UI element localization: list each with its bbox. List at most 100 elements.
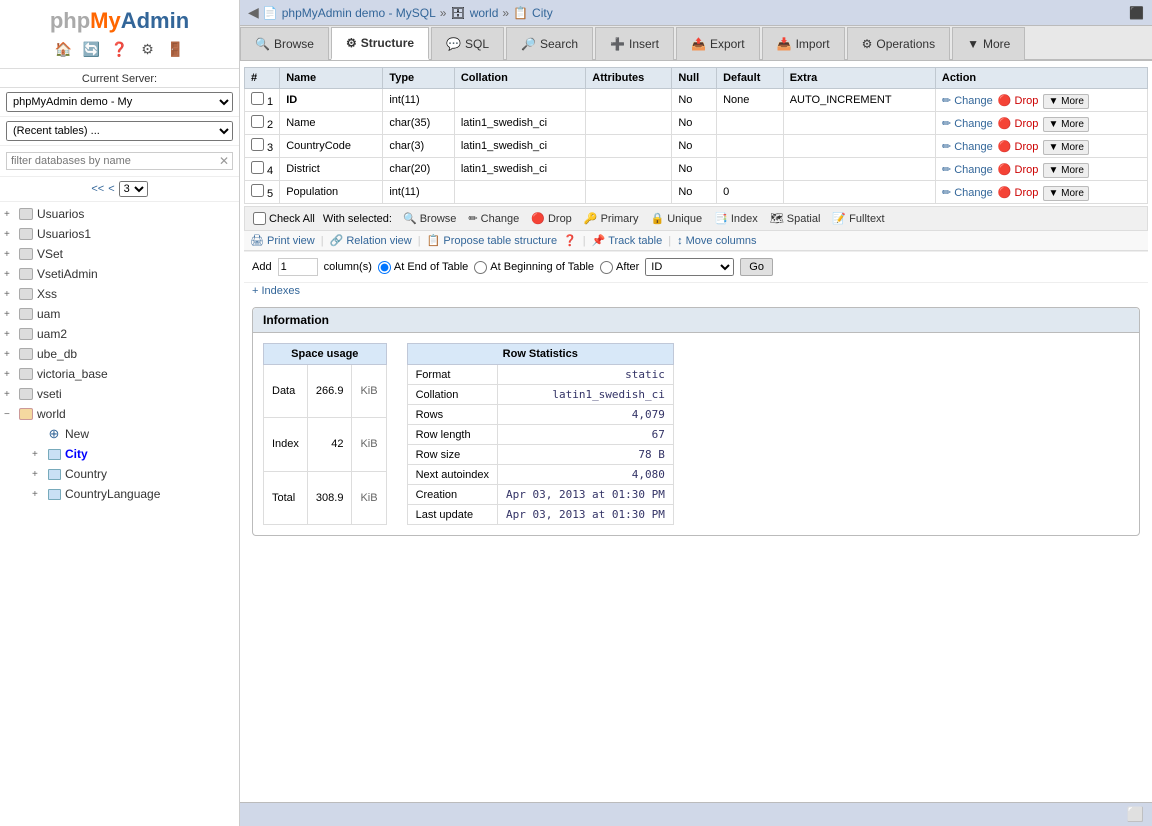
tab-import[interactable]: 📥 Import (762, 27, 845, 60)
at-beginning-radio[interactable] (474, 261, 487, 274)
drop-btn[interactable]: 🔴 Drop (998, 94, 1039, 107)
tab-sql[interactable]: 💬 SQL (431, 27, 504, 60)
more-dropdown[interactable]: ▼ More (1043, 163, 1088, 178)
relation-view-link[interactable]: 🔗 Relation view (330, 234, 412, 247)
tab-browse[interactable]: 🔍 Browse (240, 27, 329, 60)
sidebar-item-label: Usuarios1 (37, 227, 91, 241)
settings-icon[interactable]: ⚙ (137, 38, 159, 60)
sidebar: phpMyAdmin 🏠 🔄 ❓ ⚙ 🚪 Current Server: php… (0, 0, 240, 826)
change-btn[interactable]: ✏ Change (942, 163, 993, 176)
sidebar-item-world[interactable]: − world (0, 404, 239, 424)
drop-btn[interactable]: 🔴 Drop (998, 163, 1039, 176)
breadcrumb-db[interactable]: world (470, 6, 499, 20)
more-dropdown[interactable]: ▼ More (1043, 140, 1088, 155)
server-select[interactable]: phpMyAdmin demo - My (6, 92, 233, 112)
page-select[interactable]: 12345 (119, 181, 148, 197)
sidebar-item-uam2[interactable]: + uam2 (0, 324, 239, 344)
ws-fulltext-btn[interactable]: 📝 Fulltext (829, 211, 887, 226)
row-checkbox[interactable] (251, 115, 264, 128)
row-checkbox[interactable] (251, 92, 264, 105)
row-checkbox[interactable] (251, 184, 264, 197)
ws-drop-btn[interactable]: 🔴 Drop (528, 211, 575, 226)
change-btn[interactable]: ✏ Change (942, 140, 993, 153)
after-field-select[interactable]: IDNameCountryCodeDistrictPopulation (645, 258, 734, 276)
col-collation: latin1_swedish_ci (454, 112, 585, 135)
sidebar-item-label: City (65, 447, 88, 461)
after-label[interactable]: After (600, 261, 639, 274)
breadcrumb-server[interactable]: phpMyAdmin demo - MySQL (282, 6, 436, 20)
tab-search[interactable]: 🔎 Search (506, 27, 593, 60)
at-end-radio[interactable] (378, 261, 391, 274)
at-end-label[interactable]: At End of Table (378, 261, 468, 274)
ws-unique-btn[interactable]: 🔒 Unique (647, 211, 705, 226)
sidebar-item-vsetiadmin[interactable]: + VsetiAdmin (0, 264, 239, 284)
row-checkbox[interactable] (251, 161, 264, 174)
nav-back-icon[interactable]: ◀ (248, 4, 259, 21)
filter-input[interactable] (6, 152, 233, 170)
help-icon[interactable]: ❓ (109, 38, 131, 60)
at-beginning-label[interactable]: At Beginning of Table (474, 261, 594, 274)
recent-tables-select[interactable]: (Recent tables) ... (6, 121, 233, 141)
sidebar-item-new[interactable]: ⊕ New (28, 424, 239, 444)
ws-index-btn[interactable]: 📑 Index (711, 211, 761, 226)
ws-spatial-btn[interactable]: 🗺 Spatial (767, 211, 824, 226)
space-index-unit: KiB (352, 418, 386, 471)
indexes-link[interactable]: + Indexes (252, 285, 300, 297)
sidebar-item-usuarios[interactable]: + Usuarios (0, 204, 239, 224)
refresh-icon[interactable]: 🔄 (81, 38, 103, 60)
filter-clear-icon[interactable]: ✕ (219, 154, 229, 168)
sidebar-item-countrylanguage[interactable]: + CountryLanguage (28, 484, 239, 504)
collapse-icon[interactable]: ⬜ (1127, 806, 1144, 823)
propose-table-help-icon[interactable]: ❓ (563, 234, 577, 247)
logout-icon[interactable]: 🚪 (165, 38, 187, 60)
print-view-link[interactable]: 🖨 Print view (250, 234, 315, 247)
sidebar-item-city[interactable]: + City (28, 444, 239, 464)
tab-more[interactable]: ▼ More (952, 27, 1025, 60)
change-btn[interactable]: ✏ Change (942, 186, 993, 199)
filter-wrap: ✕ (0, 146, 239, 177)
stat-next-autoindex-label: Next autoindex (407, 465, 497, 485)
move-columns-link[interactable]: ↕ Move columns (677, 235, 756, 247)
after-radio[interactable] (600, 261, 613, 274)
drop-btn[interactable]: 🔴 Drop (998, 117, 1039, 130)
sidebar-item-country[interactable]: + Country (28, 464, 239, 484)
change-btn[interactable]: ✏ Change (942, 117, 993, 130)
sidebar-item-uam[interactable]: + uam (0, 304, 239, 324)
structure-tab-icon: ⚙ (346, 36, 357, 50)
add-columns-input[interactable] (278, 258, 318, 276)
sidebar-item-xss[interactable]: + Xss (0, 284, 239, 304)
check-all-checkbox[interactable] (253, 212, 266, 225)
more-dropdown[interactable]: ▼ More (1043, 94, 1088, 109)
table-row: 4 District char(20) latin1_swedish_ci No… (245, 158, 1148, 181)
ws-change-btn[interactable]: ✏ Change (465, 211, 522, 226)
check-all-label[interactable]: Check All (253, 212, 315, 225)
sidebar-item-ube-db[interactable]: + ube_db (0, 344, 239, 364)
tab-operations[interactable]: ⚙ Operations (847, 27, 950, 60)
sidebar-item-victoria-base[interactable]: + victoria_base (0, 364, 239, 384)
drop-btn[interactable]: 🔴 Drop (998, 186, 1039, 199)
breadcrumb-table[interactable]: City (532, 6, 553, 20)
more-dropdown[interactable]: ▼ More (1043, 186, 1088, 201)
page-prev-prev[interactable]: << (91, 183, 104, 195)
tab-export[interactable]: 📤 Export (676, 27, 760, 60)
drop-btn[interactable]: 🔴 Drop (998, 140, 1039, 153)
sidebar-item-usuarios1[interactable]: + Usuarios1 (0, 224, 239, 244)
sidebar-item-vset[interactable]: + VSet (0, 244, 239, 264)
more-dropdown[interactable]: ▼ More (1043, 117, 1088, 132)
indexes-section: + Indexes (244, 282, 1148, 299)
ws-browse-btn[interactable]: 🔍 Browse (400, 211, 459, 226)
sidebar-item-vseti[interactable]: + vseti (0, 384, 239, 404)
propose-table-link[interactable]: 📋 Propose table structure (427, 234, 557, 247)
row-checkbox[interactable] (251, 138, 264, 151)
sidebar-item-label: Country (65, 467, 107, 481)
home-icon[interactable]: 🏠 (53, 38, 75, 60)
space-total-row: Total 308.9 KiB (264, 471, 387, 524)
change-btn[interactable]: ✏ Change (942, 94, 993, 107)
go-button[interactable]: Go (740, 258, 773, 276)
ws-primary-btn[interactable]: 🔑 Primary (581, 211, 642, 226)
page-prev[interactable]: < (108, 183, 114, 195)
tab-structure[interactable]: ⚙ Structure (331, 27, 429, 60)
collapse-sidebar-icon[interactable]: ⬛ (1129, 6, 1144, 20)
track-table-link[interactable]: 📌 Track table (592, 234, 663, 247)
tab-insert[interactable]: ➕ Insert (595, 27, 674, 60)
